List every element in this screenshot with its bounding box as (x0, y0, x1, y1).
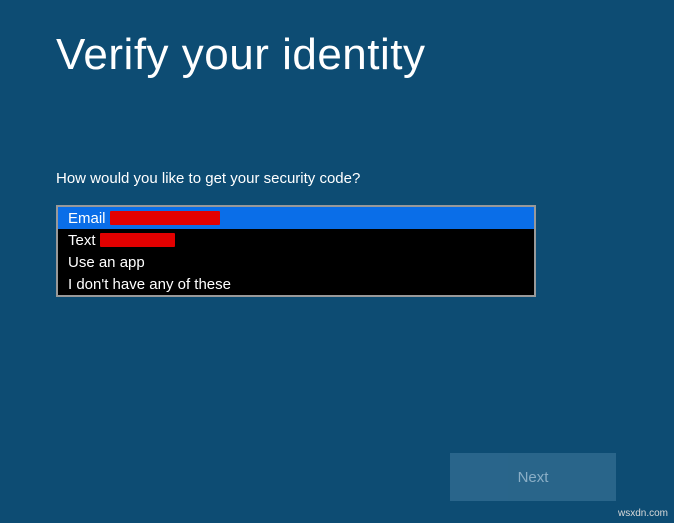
option-email[interactable]: Email (58, 207, 534, 229)
next-button[interactable]: Next (450, 453, 616, 501)
verification-options-list[interactable]: Email Text Use an app I don't have any o… (56, 205, 536, 297)
redacted-value (100, 233, 175, 247)
option-label: Email (68, 210, 106, 227)
option-none-of-these[interactable]: I don't have any of these (58, 273, 534, 295)
page-title: Verify your identity (56, 30, 618, 80)
watermark: wsxdn.com (618, 508, 668, 519)
redacted-value (110, 211, 220, 225)
option-label: Use an app (68, 254, 145, 271)
option-text[interactable]: Text (58, 229, 534, 251)
option-label: Text (68, 232, 96, 249)
prompt-label: How would you like to get your security … (56, 170, 618, 187)
option-use-an-app[interactable]: Use an app (58, 251, 534, 273)
main-content: Verify your identity How would you like … (0, 0, 674, 297)
option-label: I don't have any of these (68, 276, 231, 293)
